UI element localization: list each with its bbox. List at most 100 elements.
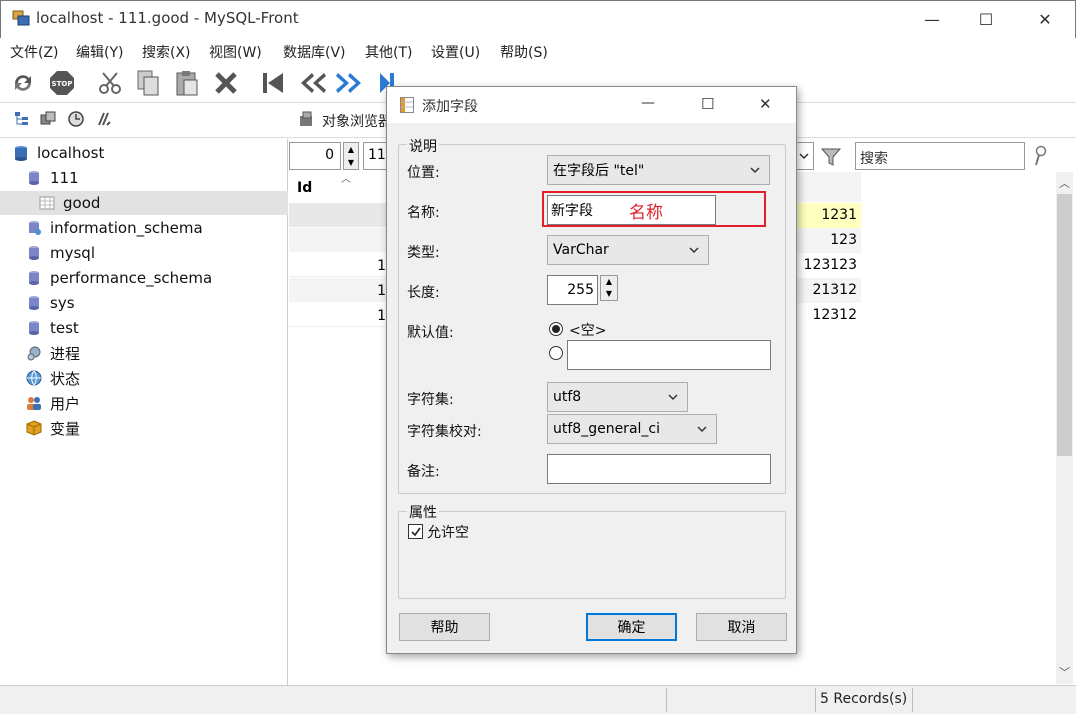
scroll-down-icon[interactable]: ﹀ xyxy=(1059,664,1070,680)
type-value: VarChar xyxy=(553,242,609,258)
tree-item-label: mysql xyxy=(50,244,95,262)
default-empty-label: <空> xyxy=(569,323,607,339)
menu-view[interactable]: 视图(W) xyxy=(209,42,262,62)
table-row[interactable] xyxy=(289,278,386,302)
comment-label: 备注: xyxy=(407,464,440,480)
offset-input[interactable]: 0 xyxy=(289,142,341,170)
allow-null-checkbox[interactable] xyxy=(408,524,423,539)
table-cell: 1 xyxy=(377,308,386,324)
tree-item-variables[interactable]: 变量 xyxy=(0,416,288,440)
tree-item-localhost[interactable]: localhost xyxy=(0,141,288,165)
tree-item-mysql[interactable]: mysql xyxy=(0,241,288,265)
offset-spinner[interactable]: ▲ ▼ xyxy=(343,142,359,170)
menu-settings[interactable]: 设置(U) xyxy=(431,42,480,62)
chevron-down-icon xyxy=(689,247,699,254)
table-icon xyxy=(39,196,55,210)
default-custom-radio[interactable] xyxy=(549,346,563,360)
previous-record-icon[interactable] xyxy=(297,68,327,98)
table-cell[interactable]: 123123 xyxy=(797,253,861,278)
first-record-icon[interactable] xyxy=(258,68,288,98)
collation-label: 字符集校对: xyxy=(407,424,482,440)
dialog-close-button[interactable]: ✕ xyxy=(759,95,772,113)
table-cell[interactable]: 123 xyxy=(797,228,861,253)
tree-item-information-schema[interactable]: information_schema xyxy=(0,216,288,240)
tree-item-label: 状态 xyxy=(50,369,81,388)
maximize-button[interactable]: ☐ xyxy=(957,0,1015,38)
dialog-maximize-button[interactable]: ☐ xyxy=(701,95,714,113)
search-input[interactable]: 搜索 xyxy=(855,142,1025,170)
history-clock-icon[interactable] xyxy=(66,109,86,129)
tree-item-label: performance_schema xyxy=(50,269,213,287)
tree-item-performance-schema[interactable]: performance_schema xyxy=(0,266,288,290)
table-cell[interactable]: 12312 xyxy=(797,303,861,328)
tree-item-good[interactable]: good xyxy=(0,191,288,215)
tree-item-users[interactable]: 用户 xyxy=(0,391,288,415)
menu-help[interactable]: 帮助(S) xyxy=(500,42,548,62)
tree-item-status[interactable]: 状态 xyxy=(0,366,288,390)
tree-item-label: 变量 xyxy=(50,419,81,438)
tree-item-label: 111 xyxy=(50,169,79,187)
svg-text:STOP: STOP xyxy=(52,80,73,88)
tree-item-111[interactable]: 111 xyxy=(0,166,288,190)
dialog-minimize-button[interactable]: — xyxy=(641,95,655,111)
name-annotation: 名称 xyxy=(629,203,663,223)
menu-database[interactable]: 数据库(V) xyxy=(283,42,346,62)
chevron-down-icon xyxy=(799,153,809,160)
table-row[interactable] xyxy=(289,303,386,327)
tree-item-sys[interactable]: sys xyxy=(0,291,288,315)
table-cell-selected[interactable]: 1231 xyxy=(797,203,861,228)
help-button[interactable]: 帮助 xyxy=(399,613,490,641)
default-empty-radio[interactable] xyxy=(549,322,563,336)
tree-item-processes[interactable]: 进程 xyxy=(0,341,288,365)
tree-item-test[interactable]: test xyxy=(0,316,288,340)
table-row[interactable] xyxy=(289,253,386,277)
table-row[interactable] xyxy=(289,203,386,227)
stop-icon[interactable]: STOP xyxy=(47,68,77,98)
next-record-icon[interactable] xyxy=(335,68,365,98)
copy-icon[interactable] xyxy=(133,68,163,98)
default-label: 默认值: xyxy=(407,325,454,341)
charset-select[interactable]: utf8 xyxy=(547,382,688,412)
tree-item-label: test xyxy=(50,319,79,337)
cut-icon[interactable] xyxy=(95,68,125,98)
status-bar xyxy=(0,685,1076,714)
type-select[interactable]: VarChar xyxy=(547,235,709,265)
table-cell[interactable]: 21312 xyxy=(797,278,861,303)
paste-icon[interactable] xyxy=(172,68,202,98)
column-header-id[interactable]: Id xyxy=(297,180,312,196)
refresh-icon[interactable] xyxy=(8,68,38,98)
collation-select[interactable]: utf8_general_ci xyxy=(547,414,717,444)
table-cell: 1 xyxy=(377,258,386,274)
tree-item-label: localhost xyxy=(37,144,105,162)
minimize-button[interactable]: — xyxy=(903,0,961,38)
table-row[interactable] xyxy=(289,228,386,252)
ok-button[interactable]: 确定 xyxy=(586,613,677,641)
length-input[interactable]: 255 xyxy=(547,275,598,305)
default-value-input[interactable] xyxy=(567,340,771,370)
scrollbar-thumb[interactable] xyxy=(1057,194,1072,456)
record-count: 5 Records(s) xyxy=(820,691,908,707)
tree-item-label: good xyxy=(63,194,101,212)
filter-dropdown[interactable] xyxy=(794,142,814,170)
menu-file[interactable]: 文件(Z) xyxy=(10,42,59,62)
comment-input[interactable] xyxy=(547,454,771,484)
menu-edit[interactable]: 编辑(Y) xyxy=(76,42,123,62)
length-spinner[interactable]: ▲ ▼ xyxy=(600,275,618,301)
close-button[interactable]: ✕ xyxy=(1016,0,1074,38)
objects-icon[interactable] xyxy=(38,109,58,129)
delete-icon[interactable] xyxy=(211,68,241,98)
search-icon[interactable] xyxy=(1032,145,1048,167)
sql-editor-icon[interactable] xyxy=(94,109,114,129)
collation-value: utf8_general_ci xyxy=(553,421,660,437)
checkmark-icon xyxy=(410,527,421,536)
description-group-label: 说明 xyxy=(407,136,439,156)
menu-search[interactable]: 搜索(X) xyxy=(142,42,191,62)
filter-icon[interactable] xyxy=(820,146,842,168)
cancel-button[interactable]: 取消 xyxy=(696,613,787,641)
dialog-title: 添加字段 xyxy=(422,99,478,115)
position-select[interactable]: 在字段后 "tel" xyxy=(547,155,770,185)
tree-view-icon[interactable] xyxy=(12,109,32,129)
menu-other[interactable]: 其他(T) xyxy=(365,42,412,62)
scroll-up-icon[interactable]: ︿ xyxy=(1059,175,1070,191)
object-browser-tab[interactable]: 对象浏览器 xyxy=(322,111,392,131)
